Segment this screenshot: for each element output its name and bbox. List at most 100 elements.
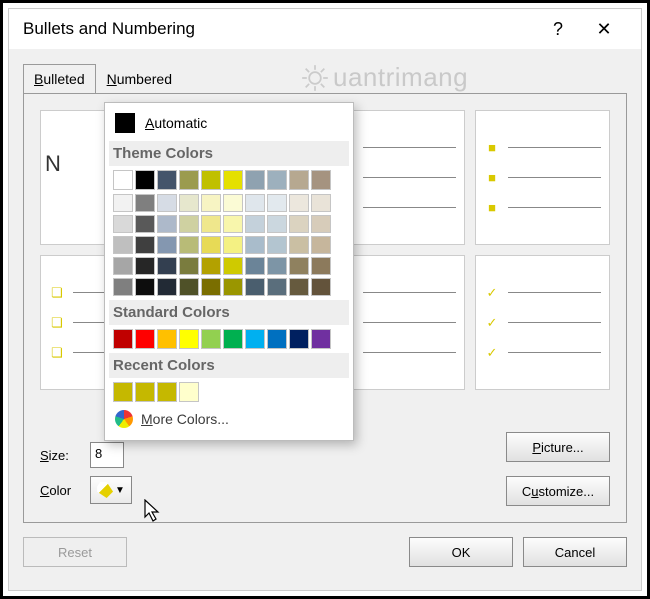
- color-swatch[interactable]: [245, 278, 265, 296]
- color-swatch[interactable]: [311, 194, 331, 212]
- more-colors[interactable]: More Colors...: [113, 406, 345, 432]
- color-label: Color: [40, 483, 82, 498]
- color-swatch[interactable]: [289, 257, 309, 275]
- color-swatch[interactable]: [311, 278, 331, 296]
- color-swatch[interactable]: [179, 194, 199, 212]
- color-swatch[interactable]: [267, 236, 287, 254]
- bullet-style-check[interactable]: ✓ ✓ ✓: [475, 255, 610, 390]
- color-swatch[interactable]: [311, 257, 331, 275]
- theme-colors-heading: Theme Colors: [109, 141, 349, 166]
- color-swatch[interactable]: [113, 329, 133, 349]
- box-icon: ❏: [49, 345, 65, 361]
- color-swatch[interactable]: [223, 194, 243, 212]
- color-swatch[interactable]: [135, 382, 155, 402]
- color-swatch[interactable]: [201, 194, 221, 212]
- bullets-numbering-dialog: Bullets and Numbering ? ✕ Bulleted Numbe…: [8, 8, 642, 591]
- color-swatch[interactable]: [245, 257, 265, 275]
- close-button[interactable]: ✕: [581, 13, 627, 45]
- color-swatch[interactable]: [201, 170, 221, 190]
- color-swatch[interactable]: [223, 257, 243, 275]
- color-swatch[interactable]: [113, 257, 133, 275]
- color-swatch[interactable]: [179, 257, 199, 275]
- color-swatch[interactable]: [267, 215, 287, 233]
- color-swatch[interactable]: [289, 170, 309, 190]
- color-swatch[interactable]: [289, 278, 309, 296]
- color-swatch[interactable]: [311, 236, 331, 254]
- color-swatch[interactable]: [179, 236, 199, 254]
- standard-colors-heading: Standard Colors: [109, 300, 349, 325]
- color-swatch[interactable]: [135, 215, 155, 233]
- color-swatch[interactable]: [179, 278, 199, 296]
- color-swatch[interactable]: [267, 278, 287, 296]
- bullet-style-square[interactable]: ■ ■ ■: [475, 110, 610, 245]
- color-swatch[interactable]: [157, 215, 177, 233]
- tab-numbered[interactable]: Numbered: [96, 64, 183, 94]
- color-swatch[interactable]: [201, 278, 221, 296]
- color-swatch[interactable]: [179, 382, 199, 402]
- color-swatch[interactable]: [245, 194, 265, 212]
- color-swatch[interactable]: [135, 194, 155, 212]
- color-swatch[interactable]: [113, 194, 133, 212]
- paint-bucket-icon: [97, 482, 113, 498]
- color-swatch[interactable]: [223, 170, 243, 190]
- color-swatch[interactable]: [223, 236, 243, 254]
- color-swatch[interactable]: [289, 329, 309, 349]
- color-swatch[interactable]: [311, 215, 331, 233]
- ok-button[interactable]: OK: [409, 537, 513, 567]
- color-swatch[interactable]: [113, 170, 133, 190]
- color-swatch[interactable]: [267, 194, 287, 212]
- color-swatch[interactable]: [179, 215, 199, 233]
- reset-button: Reset: [23, 537, 127, 567]
- color-swatch[interactable]: [113, 278, 133, 296]
- recent-colors-heading: Recent Colors: [109, 353, 349, 378]
- color-swatch[interactable]: [245, 329, 265, 349]
- color-swatch[interactable]: [223, 215, 243, 233]
- square-icon: ■: [484, 200, 500, 216]
- color-swatch[interactable]: [157, 278, 177, 296]
- size-input[interactable]: 8: [90, 442, 124, 468]
- color-dropdown-button[interactable]: ▼: [90, 476, 132, 504]
- help-button[interactable]: ?: [535, 13, 581, 45]
- picture-button[interactable]: Picture...: [506, 432, 610, 462]
- color-swatch[interactable]: [245, 215, 265, 233]
- color-swatch[interactable]: [157, 382, 177, 402]
- color-swatch[interactable]: [179, 170, 199, 190]
- color-swatch[interactable]: [157, 236, 177, 254]
- customize-button[interactable]: Customize...: [506, 476, 610, 506]
- color-swatch[interactable]: [157, 257, 177, 275]
- color-swatch[interactable]: [135, 257, 155, 275]
- box-icon: ❏: [49, 285, 65, 301]
- color-swatch[interactable]: [289, 236, 309, 254]
- color-automatic[interactable]: Automatic: [113, 109, 345, 137]
- color-swatch[interactable]: [289, 215, 309, 233]
- color-swatch[interactable]: [157, 329, 177, 349]
- color-swatch[interactable]: [113, 236, 133, 254]
- color-swatch[interactable]: [267, 329, 287, 349]
- tab-bulleted[interactable]: Bulleted: [23, 64, 96, 94]
- color-swatch[interactable]: [267, 170, 287, 190]
- color-swatch[interactable]: [135, 329, 155, 349]
- color-swatch[interactable]: [135, 170, 155, 190]
- color-swatch[interactable]: [135, 236, 155, 254]
- color-swatch[interactable]: [245, 236, 265, 254]
- color-swatch[interactable]: [311, 329, 331, 349]
- color-swatch[interactable]: [201, 329, 221, 349]
- color-swatch[interactable]: [113, 215, 133, 233]
- color-swatch[interactable]: [201, 236, 221, 254]
- color-swatch[interactable]: [179, 329, 199, 349]
- color-swatch[interactable]: [267, 257, 287, 275]
- color-swatch[interactable]: [157, 194, 177, 212]
- color-swatch[interactable]: [135, 278, 155, 296]
- chevron-down-icon: ▼: [115, 485, 125, 496]
- color-swatch[interactable]: [223, 329, 243, 349]
- color-swatch[interactable]: [113, 382, 133, 402]
- color-swatch[interactable]: [245, 170, 265, 190]
- color-swatch[interactable]: [311, 170, 331, 190]
- color-swatch[interactable]: [157, 170, 177, 190]
- color-swatch[interactable]: [223, 278, 243, 296]
- dialog-title: Bullets and Numbering: [23, 19, 535, 39]
- color-swatch[interactable]: [289, 194, 309, 212]
- color-swatch[interactable]: [201, 215, 221, 233]
- color-swatch[interactable]: [201, 257, 221, 275]
- cancel-button[interactable]: Cancel: [523, 537, 627, 567]
